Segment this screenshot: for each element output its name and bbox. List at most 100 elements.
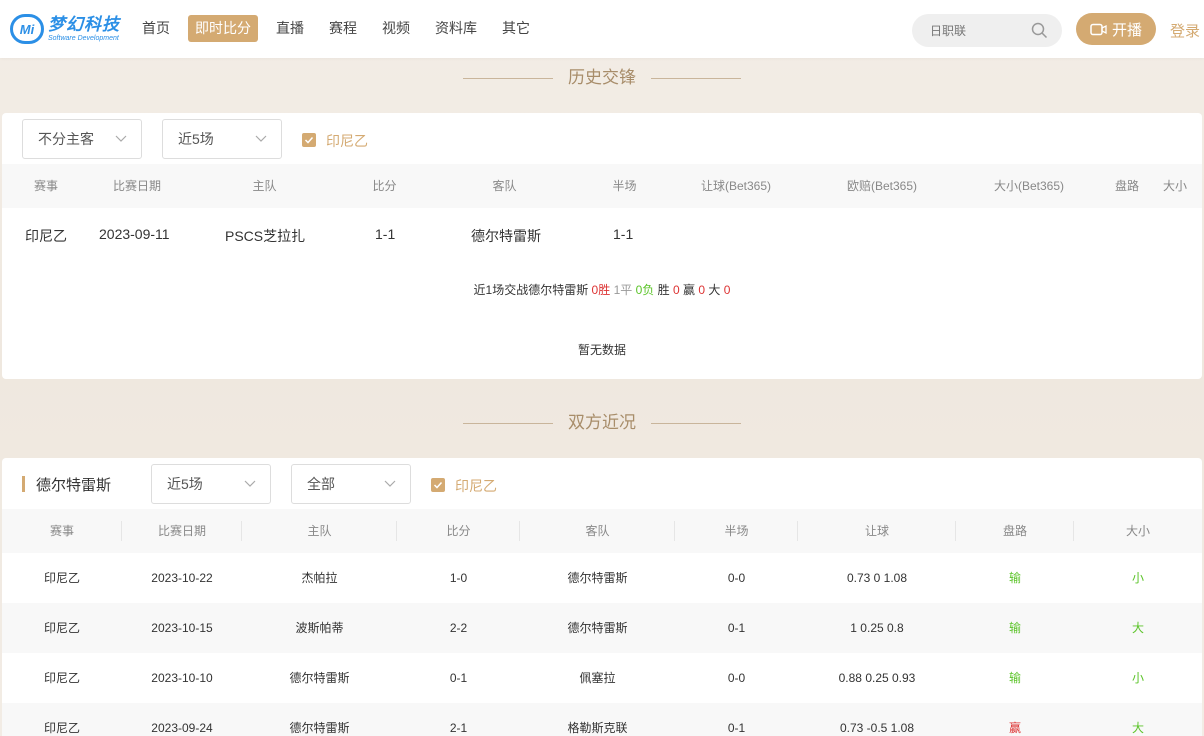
nav-live-stream[interactable]: 直播 (269, 15, 311, 42)
col-odds: 欧赔(Bet365) (846, 179, 918, 193)
cell-handicap: 0.73 0 1.08 (846, 571, 908, 585)
col-away: 客队 (492, 179, 517, 193)
cell-score: 1-0 (449, 571, 468, 585)
history-section-title: 历史交锋 (0, 63, 1204, 88)
cell-pan: 输 (1008, 621, 1021, 635)
chevron-down-icon (115, 135, 127, 142)
cell-league: 印尼乙 (43, 571, 80, 585)
history-card: 不分主客 近5场 印尼乙 赛事 比赛日期 主队 比分 客队 半场 让球(Bet3… (2, 113, 1202, 379)
chevron-down-icon (244, 480, 256, 487)
col-date: 比赛日期 (112, 179, 161, 193)
chevron-down-icon (384, 480, 396, 487)
cell-handicap: 0.88 0.25 0.93 (838, 671, 916, 685)
recent-section-title: 双方近况 (0, 408, 1204, 433)
col-date: 比赛日期 (122, 509, 242, 553)
col-size: 大小 (1125, 524, 1150, 538)
cell-date: 2023-09-11 (99, 226, 170, 242)
league-checkbox[interactable] (302, 133, 316, 147)
cell-handicap: 1 0.25 0.8 (850, 621, 904, 635)
col-handicap: 让球(Bet365) (700, 179, 772, 193)
team-accent-bar (22, 476, 25, 492)
cell-away[interactable]: 德尔特雷斯 (520, 603, 675, 653)
cell-size: 大 (1131, 721, 1144, 735)
cell-home[interactable]: 德尔特雷斯 (242, 653, 397, 703)
cell-home[interactable]: 波斯帕蒂 (242, 603, 397, 653)
history-table-header: 赛事 比赛日期 主队 比分 客队 半场 让球(Bet365) 欧赔(Bet365… (2, 164, 1202, 208)
logo-title: 梦幻科技 (48, 15, 120, 34)
cell-league: 印尼乙 (43, 721, 80, 735)
col-league: 赛事 (2, 509, 122, 553)
col-away: 客队 (520, 509, 675, 553)
recent-league-checkbox[interactable] (431, 478, 445, 492)
col-handicap: 让球 (798, 509, 956, 553)
logo-badge: Mi (10, 14, 44, 44)
cell-score: 1-1 (375, 226, 396, 242)
cell-half: 0-1 (727, 721, 746, 735)
start-broadcast-button[interactable]: 开播 (1076, 13, 1156, 45)
cell-away[interactable]: 佩塞拉 (520, 653, 675, 703)
start-broadcast-label: 开播 (1111, 21, 1142, 39)
cell-size: 小 (1131, 571, 1144, 585)
search-input[interactable] (912, 23, 1022, 38)
cell-half: 0-1 (727, 621, 746, 635)
check-icon (433, 481, 443, 489)
nav-database[interactable]: 资料库 (428, 15, 484, 42)
nav-other[interactable]: 其它 (495, 15, 537, 42)
cell-away[interactable]: 德尔特雷斯 (471, 226, 541, 246)
logo[interactable]: Mi 梦幻科技 Software Development (10, 14, 120, 44)
cell-pan: 输 (1008, 571, 1021, 585)
cell-half: 0-0 (727, 671, 746, 685)
table-row[interactable]: 印尼乙 2023-10-22 杰帕拉 1-0 德尔特雷斯 0-0 0.73 0 … (2, 553, 1202, 603)
cell-date: 2023-10-22 (151, 571, 213, 585)
logo-subtitle: Software Development (48, 35, 119, 42)
col-half: 半场 (612, 179, 637, 193)
team-name: 德尔特雷斯 (36, 477, 112, 494)
col-home: 主队 (242, 509, 397, 553)
recent-card: 德尔特雷斯 近5场 全部 印尼乙 赛事 比赛日期 主队 比分 客队 半场 让球 … (2, 458, 1202, 736)
top-header: Mi 梦幻科技 Software Development 首页 即时比分 直播 … (0, 0, 1204, 58)
col-overunder: 大小(Bet365) (993, 179, 1065, 193)
cell-half: 1-1 (613, 226, 634, 242)
history-summary: 近1场交战德尔特雷斯 0胜 1平 0负 胜 0 赢 0 大 0 (473, 283, 731, 297)
search-icon[interactable] (1031, 22, 1048, 39)
cell-league: 印尼乙 (43, 621, 80, 635)
col-pan: 盘路 (956, 509, 1074, 553)
match-count-select[interactable]: 近5场 (162, 119, 282, 159)
nav-live-score[interactable]: 即时比分 (188, 15, 258, 42)
cell-league: 印尼乙 (25, 228, 67, 244)
cell-away[interactable]: 德尔特雷斯 (520, 553, 675, 603)
cell-size: 大 (1131, 621, 1144, 635)
col-size: 大小 (1162, 179, 1187, 193)
cell-pan: 赢 (1008, 721, 1021, 735)
nav-home[interactable]: 首页 (135, 15, 177, 42)
cell-size: 小 (1131, 671, 1144, 685)
nav-schedule[interactable]: 赛程 (322, 15, 364, 42)
cell-date: 2023-10-10 (151, 671, 213, 685)
table-row[interactable]: 印尼乙 2023-10-10 德尔特雷斯 0-1 佩塞拉 0-0 0.88 0.… (2, 653, 1202, 703)
scope-select[interactable]: 全部 (291, 464, 411, 504)
recent-count-select[interactable]: 近5场 (151, 464, 271, 504)
no-data-text: 暂无数据 (577, 343, 626, 357)
recent-league-check-label: 印尼乙 (455, 478, 497, 494)
cell-score: 2-2 (449, 621, 468, 635)
cell-home[interactable]: 杰帕拉 (242, 553, 397, 603)
cell-home[interactable]: PSCS芝拉扎 (225, 226, 305, 246)
nav-video[interactable]: 视频 (375, 15, 417, 42)
table-row[interactable]: 印尼乙 2023-10-15 波斯帕蒂 2-2 德尔特雷斯 0-1 1 0.25… (2, 603, 1202, 653)
home-away-select[interactable]: 不分主客 (22, 119, 142, 159)
col-league: 赛事 (33, 179, 58, 193)
cell-away[interactable]: 格勒斯克联 (520, 703, 675, 736)
col-home: 主队 (252, 179, 277, 193)
cell-home[interactable]: 德尔特雷斯 (242, 703, 397, 736)
table-row[interactable]: 印尼乙 2023-09-24 德尔特雷斯 2-1 格勒斯克联 0-1 0.73 … (2, 703, 1202, 736)
cell-pan: 输 (1008, 671, 1021, 685)
col-score: 比分 (397, 509, 520, 553)
video-camera-icon (1090, 23, 1107, 35)
search-box (912, 14, 1062, 47)
login-link[interactable]: 登录 (1170, 20, 1200, 41)
cell-handicap: 0.73 -0.5 1.08 (839, 721, 915, 735)
col-score: 比分 (372, 179, 397, 193)
cell-date: 2023-09-24 (151, 721, 213, 735)
league-check-label: 印尼乙 (326, 133, 368, 149)
cell-score: 0-1 (449, 671, 468, 685)
